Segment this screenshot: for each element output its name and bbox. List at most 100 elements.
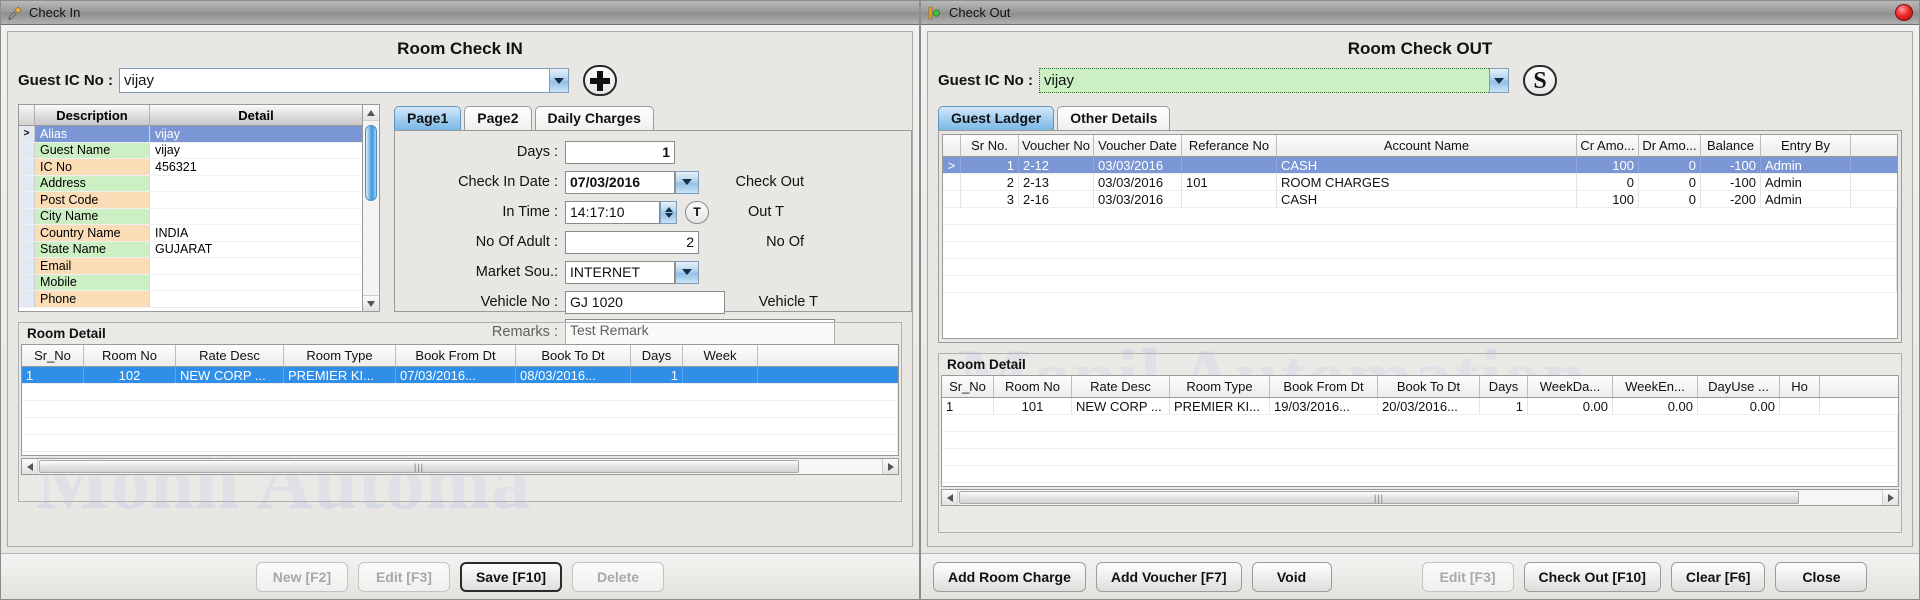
vehicle-no-input[interactable] — [565, 290, 725, 314]
tab-page1[interactable]: Page1 — [394, 106, 462, 130]
column-header[interactable]: Rate Desc — [176, 345, 284, 366]
check-in-guest-ic-input[interactable] — [119, 68, 550, 93]
column-header[interactable]: Book To Dt — [516, 345, 631, 366]
column-header[interactable]: Book To Dt — [1378, 376, 1480, 397]
guest-info-row[interactable]: Mobile — [19, 274, 362, 291]
check-in-guest-ic-combo[interactable] — [119, 68, 570, 93]
in-time-spinner[interactable] — [660, 200, 677, 224]
table-row[interactable]: 2 2-13 03/03/2016 101 ROOM CHARGES 0 0 -100 Admi… — [943, 174, 1897, 191]
column-header[interactable]: Room Type — [1170, 376, 1270, 397]
check-in-guest-ic-dropdown-button[interactable] — [549, 68, 570, 93]
column-header[interactable]: Referance No — [1182, 135, 1277, 156]
horizontal-scroll-thumb[interactable]: ||| — [959, 491, 1799, 504]
horizontal-scroll-thumb[interactable]: ||| — [39, 460, 799, 473]
void-button[interactable]: Void — [1251, 561, 1332, 592]
column-header[interactable]: Days — [631, 345, 683, 366]
check-out-guest-ic-input[interactable] — [1039, 68, 1490, 93]
column-header[interactable]: Account Name — [1277, 135, 1577, 156]
delete-button[interactable]: Delete — [572, 561, 665, 592]
column-header[interactable]: Room Type — [284, 345, 396, 366]
column-header[interactable]: Sr_No — [22, 345, 84, 366]
edit-button[interactable]: Edit [F3] — [357, 561, 450, 592]
column-header[interactable]: Voucher Date — [1094, 135, 1182, 156]
add-room-charge-button[interactable]: Add Room Charge — [933, 561, 1086, 592]
check-out-button[interactable]: Check Out [F10] — [1523, 561, 1661, 592]
guest-info-row[interactable]: Post Code — [19, 192, 362, 209]
check-in-room-detail-hscrollbar[interactable]: ||| — [21, 458, 899, 475]
scroll-down-button[interactable] — [363, 295, 379, 311]
column-header[interactable]: WeekEn... — [1613, 376, 1698, 397]
column-header[interactable]: WeekDa... — [1528, 376, 1613, 397]
clear-button[interactable]: Clear [F6] — [1670, 561, 1766, 592]
check-in-date-input[interactable] — [565, 170, 675, 194]
column-header[interactable] — [943, 135, 961, 156]
new-button[interactable]: New [F2] — [255, 561, 348, 592]
current-time-button[interactable]: T — [685, 200, 709, 224]
guest-info-vertical-scrollbar[interactable] — [363, 104, 380, 312]
guest-info-row[interactable]: IC No 456321 — [19, 159, 362, 176]
guest-info-row[interactable]: Country Name INDIA — [19, 225, 362, 242]
check-out-room-detail-grid[interactable]: Sr_No Room No Rate Desc Room Type Book From … — [941, 375, 1899, 487]
scroll-left-button[interactable] — [942, 490, 958, 505]
search-guest-button[interactable]: S — [1523, 65, 1558, 96]
check-in-date-picker-button[interactable] — [675, 170, 699, 194]
column-header[interactable]: Room No — [84, 345, 176, 366]
guest-info-grid[interactable]: Description Detail > Alias vijay Guest Name… — [18, 104, 363, 312]
check-out-guest-ic-combo[interactable] — [1039, 68, 1510, 93]
tab-page2[interactable]: Page2 — [464, 106, 532, 130]
column-header[interactable]: Book From Dt — [1270, 376, 1378, 397]
column-header[interactable]: Book From Dt — [396, 345, 516, 366]
horizontal-scroll-track[interactable]: ||| — [38, 459, 882, 474]
market-source-dropdown-button[interactable] — [675, 260, 699, 284]
horizontal-scroll-track[interactable]: ||| — [958, 490, 1882, 505]
scroll-right-button[interactable] — [882, 459, 898, 474]
guest-info-row[interactable]: Address — [19, 175, 362, 192]
add-voucher-button[interactable]: Add Voucher [F7] — [1095, 561, 1242, 592]
guest-info-row[interactable]: > Alias vijay — [19, 126, 362, 143]
vertical-scroll-track[interactable] — [363, 121, 379, 295]
no-of-adult-input[interactable] — [565, 230, 699, 254]
close-icon[interactable] — [1895, 4, 1913, 21]
guest-info-row[interactable]: Guest Name vijay — [19, 142, 362, 159]
tab-daily-charges[interactable]: Daily Charges — [534, 106, 654, 130]
column-header[interactable]: Rate Desc — [1072, 376, 1170, 397]
table-row[interactable]: 1 102 NEW CORP ... PREMIER KI... 07/03/2016.… — [22, 367, 898, 384]
scroll-left-button[interactable] — [22, 459, 38, 474]
guest-info-row[interactable]: Phone — [19, 291, 362, 308]
check-out-room-detail-hscrollbar[interactable]: ||| — [941, 489, 1899, 506]
market-source-input[interactable] — [565, 260, 675, 284]
scroll-right-button[interactable] — [1882, 490, 1898, 505]
check-in-room-detail-grid[interactable]: Sr_No Room No Rate Desc Room Type Book From … — [21, 344, 899, 456]
column-header[interactable]: Voucher No — [1019, 135, 1094, 156]
column-header-detail[interactable]: Detail — [150, 105, 362, 125]
scroll-up-button[interactable] — [363, 105, 379, 121]
guest-ledger-grid[interactable]: Sr No. Voucher No Voucher Date Referance No… — [942, 134, 1898, 339]
column-header[interactable]: Room No — [994, 376, 1072, 397]
column-header[interactable]: Balance — [1701, 135, 1761, 156]
days-input[interactable] — [565, 140, 675, 164]
in-time-input[interactable] — [565, 200, 660, 224]
column-header[interactable]: Ho — [1780, 376, 1820, 397]
close-button[interactable]: Close — [1775, 561, 1868, 592]
column-header[interactable]: Days — [1480, 376, 1528, 397]
table-row[interactable]: 1 101 NEW CORP ... PREMIER KI... 19/03/2016.… — [942, 398, 1898, 415]
column-header[interactable]: Sr_No — [942, 376, 994, 397]
check-out-guest-ic-dropdown-button[interactable] — [1489, 68, 1510, 93]
column-header[interactable]: Sr No. — [961, 135, 1019, 156]
table-row[interactable]: >1 2-12 03/03/2016 CASH 100 0 -100 Admin — [943, 157, 1897, 174]
add-guest-button[interactable] — [583, 65, 618, 96]
column-header[interactable]: Entry By — [1761, 135, 1851, 156]
column-header[interactable]: Cr Amo... — [1577, 135, 1639, 156]
column-header-description[interactable]: Description — [35, 105, 150, 125]
column-header[interactable]: Week — [683, 345, 758, 366]
guest-info-row[interactable]: Email — [19, 258, 362, 275]
guest-info-row[interactable]: State Name GUJARAT — [19, 241, 362, 258]
save-button[interactable]: Save [F10] — [459, 561, 563, 592]
column-header[interactable]: Dr Amo... — [1639, 135, 1701, 156]
table-row[interactable]: 3 2-16 03/03/2016 CASH 100 0 -200 Admin — [943, 191, 1897, 208]
vertical-scroll-thumb[interactable] — [365, 125, 377, 201]
edit-button-checkout[interactable]: Edit [F3] — [1421, 561, 1514, 592]
tab-other-details[interactable]: Other Details — [1057, 106, 1171, 130]
column-header[interactable]: DayUse ... — [1698, 376, 1780, 397]
tab-guest-ladger[interactable]: Guest Ladger — [938, 106, 1055, 130]
